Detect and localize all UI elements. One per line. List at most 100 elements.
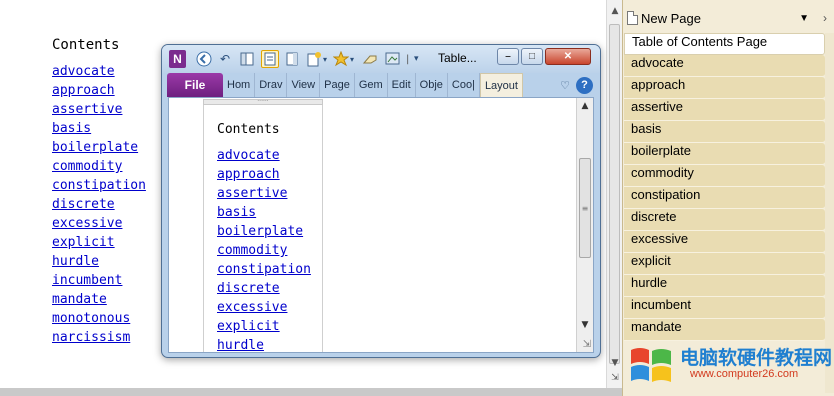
page-tab-table-of-contents[interactable]: Table of Contents Page (624, 33, 825, 55)
close-button[interactable]: ✕ (545, 48, 591, 65)
toc-link[interactable]: commodity (52, 157, 146, 176)
toc-link[interactable]: hurdle (217, 338, 311, 352)
toc-link[interactable]: discrete (52, 195, 146, 214)
page-tab[interactable]: explicit (624, 253, 825, 275)
dropdown-icon[interactable]: ▾ (350, 50, 354, 68)
undo-icon[interactable]: ↶ (216, 50, 234, 68)
page-tabs-panel: New Page ▼ › Table of Contents Page advo… (622, 0, 834, 396)
back-icon[interactable] (195, 50, 213, 68)
page-tab[interactable]: constipation (624, 187, 825, 209)
toc-link[interactable]: excessive (217, 300, 311, 319)
separator: | (406, 53, 410, 65)
scroll-up-icon[interactable]: ▲ (610, 6, 620, 16)
scroll-grip-icon: ≡ (581, 204, 589, 213)
toc-link[interactable]: monotonous (52, 309, 146, 328)
toc-link[interactable]: excessive (52, 214, 146, 233)
toc-link[interactable]: advocate (52, 62, 146, 81)
page-horizontal-scrollbar[interactable] (0, 388, 622, 396)
new-page-button[interactable]: New Page ▼ › (627, 7, 831, 29)
tab-view[interactable]: View (287, 73, 321, 97)
toc-link[interactable]: incumbent (52, 271, 146, 290)
collapse-tabs-icon[interactable]: › (823, 11, 827, 25)
page-tab[interactable]: discrete (624, 209, 825, 231)
page-tab[interactable]: advocate (624, 55, 825, 77)
tab-object[interactable]: Obje (416, 73, 448, 97)
watermark-text: 电脑软硬件教程网 (680, 348, 833, 369)
tab-page[interactable]: Page (320, 73, 355, 97)
tab-layout[interactable]: Layout (479, 73, 523, 97)
page-tab[interactable]: incumbent (624, 297, 825, 319)
toc-link[interactable]: mandate (52, 290, 146, 309)
screen-clip-icon[interactable] (384, 50, 402, 68)
toc-link[interactable]: boilerplate (52, 138, 146, 157)
tab-gem[interactable]: Gem (355, 73, 388, 97)
toc-link[interactable]: explicit (217, 319, 311, 338)
resize-grip-icon: ⇲ (611, 373, 619, 383)
mini-page-canvas[interactable]: ······ Contents advocate approach assert… (168, 97, 594, 353)
scroll-down-icon[interactable]: ▼ (580, 320, 590, 330)
toc-link[interactable]: assertive (217, 186, 311, 205)
tab-edit[interactable]: Edit (388, 73, 416, 97)
mini-vertical-scrollbar[interactable]: ▲ ≡ ▼ (576, 98, 593, 352)
scroll-up-icon[interactable]: ▲ (580, 101, 590, 111)
new-page-icon (627, 11, 638, 25)
toc-link[interactable]: approach (217, 167, 311, 186)
toc-link[interactable]: explicit (52, 233, 146, 252)
page-tab[interactable]: assertive (624, 99, 825, 121)
toc-link[interactable]: narcissism (52, 328, 146, 347)
toc-link[interactable]: advocate (217, 148, 311, 167)
toc-link[interactable]: approach (52, 81, 146, 100)
page-tab[interactable]: excessive (624, 231, 825, 253)
window-title: Table... (438, 51, 477, 65)
tab-cooperation[interactable]: Coo| (448, 73, 480, 97)
tab-file[interactable]: File (167, 73, 223, 97)
tab-draw[interactable]: Drav (255, 73, 288, 97)
eraser-icon[interactable] (361, 50, 379, 68)
scroll-down-icon[interactable]: ▼ (610, 358, 620, 368)
windows-logo-icon (631, 348, 671, 382)
toc-link[interactable]: constipation (52, 176, 146, 195)
dropdown-icon[interactable]: ▾ (323, 50, 327, 68)
toc-link[interactable]: basis (217, 205, 311, 224)
toc-link[interactable]: assertive (52, 100, 146, 119)
note-container-handle[interactable]: ······ (203, 99, 323, 105)
maximize-button[interactable]: □ (521, 48, 543, 65)
scroll-thumb[interactable] (609, 24, 620, 364)
new-page-icon[interactable] (305, 50, 323, 68)
customize-qat-icon[interactable]: ▾ (414, 50, 419, 68)
toc-link[interactable]: commodity (217, 243, 311, 262)
toc-link[interactable]: basis (52, 119, 146, 138)
onenote-logo-icon[interactable]: N (169, 50, 186, 68)
ribbon-extra-controls: ♡ ? (560, 73, 595, 97)
page-tab-list: Table of Contents Page advocate approach… (623, 33, 825, 341)
page-tab[interactable]: hurdle (624, 275, 825, 297)
docked-onenote-window: N ↶ ▾ ▾ | ▾ Table... – □ ✕ File Hom Drav… (161, 44, 601, 358)
watermark: 电脑软硬件教程网 www.computer26.com (628, 338, 834, 390)
new-page-label: New Page (641, 10, 701, 26)
dock-icon[interactable] (283, 50, 301, 68)
page-tab[interactable]: approach (624, 77, 825, 99)
help-icon[interactable]: ? (576, 76, 593, 94)
minimize-button[interactable]: – (497, 48, 519, 65)
toc-link[interactable]: discrete (217, 281, 311, 300)
page-title: Contents (52, 37, 120, 53)
tag-icon[interactable] (332, 50, 350, 68)
page-vertical-scrollbar[interactable]: ▲ ▼ ⇲ (606, 0, 622, 388)
toc-link-list: advocate approach assertive basis boiler… (52, 62, 146, 347)
window-titlebar[interactable]: N ↶ ▾ ▾ | ▾ Table... – □ ✕ (162, 45, 600, 73)
ribbon-tabs: File Hom Drav View Page Gem Edit Obje Co… (167, 73, 595, 97)
toc-link[interactable]: boilerplate (217, 224, 311, 243)
toc-link[interactable]: constipation (217, 262, 311, 281)
normal-view-icon[interactable] (238, 50, 256, 68)
minimize-ribbon-icon[interactable]: ♡ (560, 79, 570, 92)
full-page-view-icon[interactable] (261, 50, 279, 68)
mini-toc-link-list: advocate approach assertive basis boiler… (217, 148, 311, 352)
page-tab[interactable]: basis (624, 121, 825, 143)
tab-home[interactable]: Hom (223, 73, 256, 97)
new-page-dropdown-icon[interactable]: ▼ (799, 13, 809, 24)
resize-grip-icon[interactable]: ⇲ (583, 339, 591, 350)
page-tab[interactable]: commodity (624, 165, 825, 187)
watermark-url: www.computer26.com (690, 368, 799, 380)
toc-link[interactable]: hurdle (52, 252, 146, 271)
page-tab[interactable]: boilerplate (624, 143, 825, 165)
